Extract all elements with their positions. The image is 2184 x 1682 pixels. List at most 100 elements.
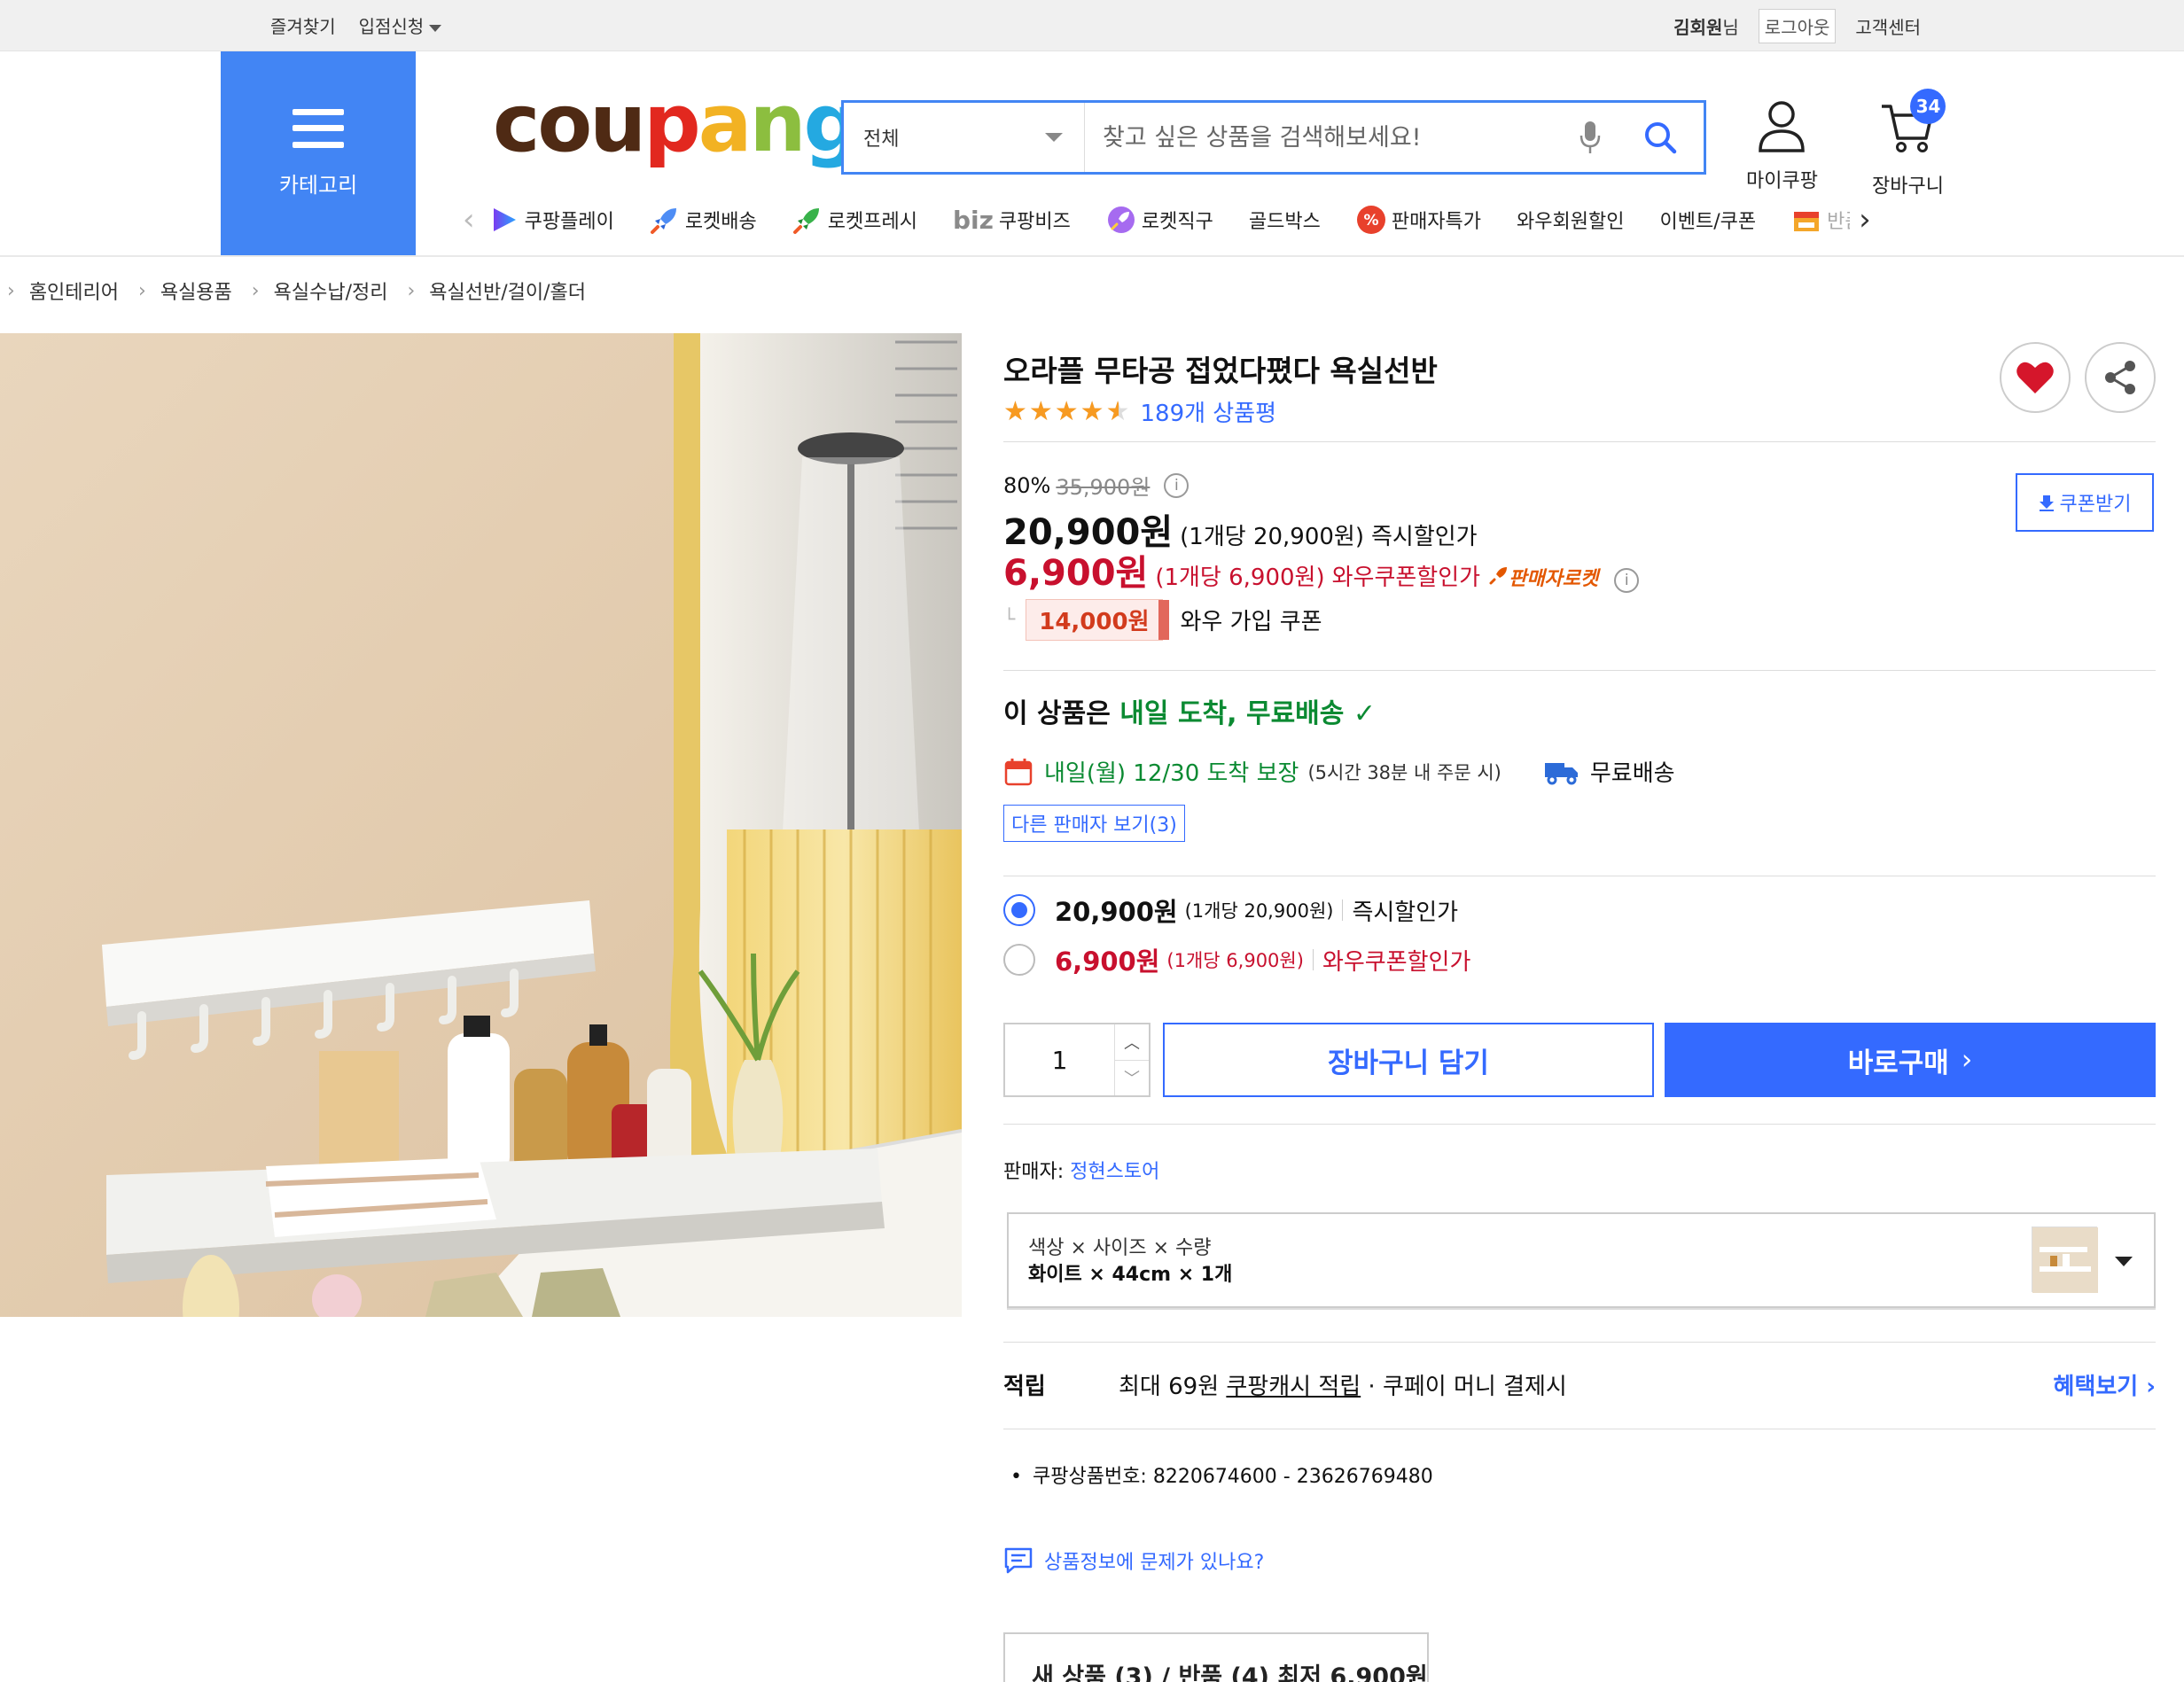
seller-info: 판매자: 정현스토어 [1003,1161,1160,1183]
logout-button[interactable]: 로그아웃 [1758,9,1837,43]
cart-count-badge: 34 [1910,89,1946,124]
price-option-instant[interactable]: 20,900원 (1개당 20,900원) 즉시할인가 [1003,892,1458,929]
category-menu-button[interactable]: 카테고리 [221,51,416,255]
microphone-icon[interactable] [1572,111,1608,164]
wow-coupon-row: └ 14,000원 와우 가입 쿠폰 [1003,599,1322,641]
nav-item-events-coupons[interactable]: 이벤트/쿠폰 [1659,206,1756,234]
reward-text: 최대 69원 쿠팡캐시 적립 · 쿠페이 머니 결제시 [1119,1374,1567,1400]
product-main-image[interactable] [0,333,962,1317]
option-thumbnail [2032,1226,2098,1293]
rocket-fresh-icon [792,205,823,235]
globe-rocket-icon [1106,205,1136,235]
breadcrumb: › 홈인테리어 › 욕실용품 › 욕실수납/정리 › 욕실선반/걸이/홀더 [7,276,605,305]
nav-item-seller-deal[interactable]: % 판매자특가 [1356,205,1481,235]
nav-item-returns[interactable]: 반품 [1791,205,1850,235]
reward-row: 적립 최대 69원 쿠팡캐시 적립 · 쿠페이 머니 결제시 혜택보기 › [1003,1368,2156,1401]
chevron-right-icon: › [407,279,416,302]
divider [1003,670,2156,671]
nav-item-coupang-biz[interactable]: biz 쿠팡비즈 [953,205,1071,235]
sale-box-icon [1791,205,1821,235]
search-scope-select[interactable]: 전체 [844,103,1085,172]
divider [1003,1124,2156,1125]
info-icon[interactable]: i [1614,568,1640,593]
nav-next-arrow-icon[interactable]: › [1859,202,1871,238]
message-icon [1004,1547,1033,1574]
my-coupang-button[interactable]: 마이쿠팡 [1746,99,1818,193]
svg-text:%: % [1363,212,1378,230]
arrival-guarantee: 내일(월) 12/30 도착 보장 [1044,760,1299,787]
option-value: 화이트 × 44cm × 1개 [1028,1264,1233,1286]
breadcrumb-item[interactable]: 욕실수납/정리 [274,276,388,305]
search-bar: 전체 [841,100,1706,175]
delivery-highlight: 내일 도착, 무료배송 [1119,698,1345,729]
chevron-up-icon[interactable]: ︿ [1115,1024,1149,1061]
price-option-wow[interactable]: 6,900원 (1개당 6,900원) 와우쿠폰할인가 [1003,941,1470,978]
user-suffix: 님 [1722,17,1739,38]
hamburger-icon [292,108,344,148]
seller-name-link[interactable]: 정현스토어 [1070,1161,1159,1183]
nav-item-rocket-direct[interactable]: 로켓직구 [1106,205,1213,235]
rating-row[interactable]: ★★★★★★★★★★ 189개 상품평 [1003,395,1276,428]
favorites-link[interactable]: 즐겨찾기 [270,12,336,38]
nav-item-wow-discount[interactable]: 와우회원할인 [1517,206,1624,234]
top-utility-bar: 즐겨찾기 입점신청 김회원님 로그아웃 고객센터 [0,0,2184,51]
breadcrumb-item[interactable]: 욕실용품 [160,276,232,305]
discount-rate: 80% [1003,472,1051,498]
add-to-cart-button[interactable]: 장바구니 담기 [1163,1023,1654,1097]
radio-unselected[interactable] [1003,944,1035,976]
buy-now-button[interactable]: 바로구매 › [1665,1023,2156,1097]
caret-down-icon [429,24,442,32]
option-selector[interactable]: 색상 × 사이즈 × 수량 화이트 × 44cm × 1개 [1007,1212,2156,1308]
report-issue-link[interactable]: 상품정보에 문제가 있나요? [1003,1546,1264,1576]
chevron-down-icon[interactable]: ﹀ [1115,1061,1149,1096]
free-shipping: 무료배송 [1544,755,1675,788]
nav-item-coupang-play[interactable]: 쿠팡플레이 [489,205,614,235]
chevron-right-icon: › [1961,1044,1973,1076]
delivery-headline: 이 상품은 내일 도착, 무료배송 ✓ [1003,698,1376,729]
share-button[interactable] [2085,342,2156,413]
nav-item-rocket-delivery[interactable]: 로켓배송 [650,205,757,235]
person-icon [1759,101,1806,152]
seller-apply-link[interactable]: 입점신청 [359,12,442,38]
other-sellers-button[interactable]: 다른 판매자 보기(3) [1003,805,1185,842]
new-used-offers-box[interactable]: 새 상품 (3) / 반품 (4) 최저 6,900원 › [1003,1632,1429,1682]
quantity-value[interactable]: 1 [1005,1024,1115,1095]
cart-button[interactable]: 34 장바구니 [1872,89,1946,199]
radio-selected[interactable] [1003,894,1035,926]
delivery-row: 내일(월) 12/30 도착 보장 (5시간 38분 내 주문 시) 무료배송 [1003,755,1675,788]
review-count-link[interactable]: 189개 상품평 [1140,395,1276,428]
info-icon[interactable]: i [1164,472,1190,498]
nav-item-goldbox[interactable]: 골드박스 [1249,206,1321,234]
benefits-link[interactable]: 혜택보기 › [2054,1368,2156,1401]
breadcrumb-item[interactable]: 홈인테리어 [29,276,119,305]
get-coupon-button[interactable]: 쿠폰받기 [2016,473,2154,532]
my-coupang-label: 마이쿠팡 [1746,170,1818,192]
user-name: 김회원 [1673,17,1723,38]
quantity-stepper[interactable]: 1 ︿ ﹀ [1003,1023,1150,1097]
top-left-links: 즐겨찾기 입점신청 [270,12,442,38]
wow-unit-price: (1개당 6,900원) [1155,565,1325,591]
coupang-cash-link[interactable]: 쿠팡캐시 적립 [1226,1374,1361,1400]
category-label: 카테고리 [278,172,358,198]
product-title: 오라플 무타공 접었다폈다 욕실선반 [1003,354,1438,388]
wishlist-button[interactable] [2000,342,2071,413]
nav-prev-arrow-icon[interactable]: ‹ [463,202,475,238]
star-rating: ★★★★★★★★★★ [1003,396,1132,427]
search-input[interactable] [1085,103,1572,172]
breadcrumb-item[interactable]: 욕실선반/걸이/홀더 [429,276,586,305]
product-number: 쿠팡상품번호: 8220674600 - 23626769480 [1010,1460,1433,1489]
seller-rocket-badge: 판매자로켓 [1489,563,1598,591]
wow-price-label: 와우쿠폰할인가 [1331,565,1481,591]
divider [1003,441,2156,442]
dropdown-arrow-icon [2115,1257,2133,1266]
search-icon[interactable] [1638,111,1682,164]
chevron-right-icon: › [7,279,15,302]
coupang-logo[interactable]: coupang [493,84,861,164]
dropdown-arrow-icon [1045,133,1063,142]
wow-price-row: 6,900원 (1개당 6,900원) 와우쿠폰할인가 판매자로켓 i [1003,544,1640,596]
discount-row: 80% 35,900원 i [1003,470,1190,501]
customer-center-link[interactable]: 고객센터 [1855,13,1921,39]
biz-icon: biz [952,205,994,235]
share-icon [2105,361,2135,394]
nav-item-rocket-fresh[interactable]: 로켓프레시 [792,205,917,235]
